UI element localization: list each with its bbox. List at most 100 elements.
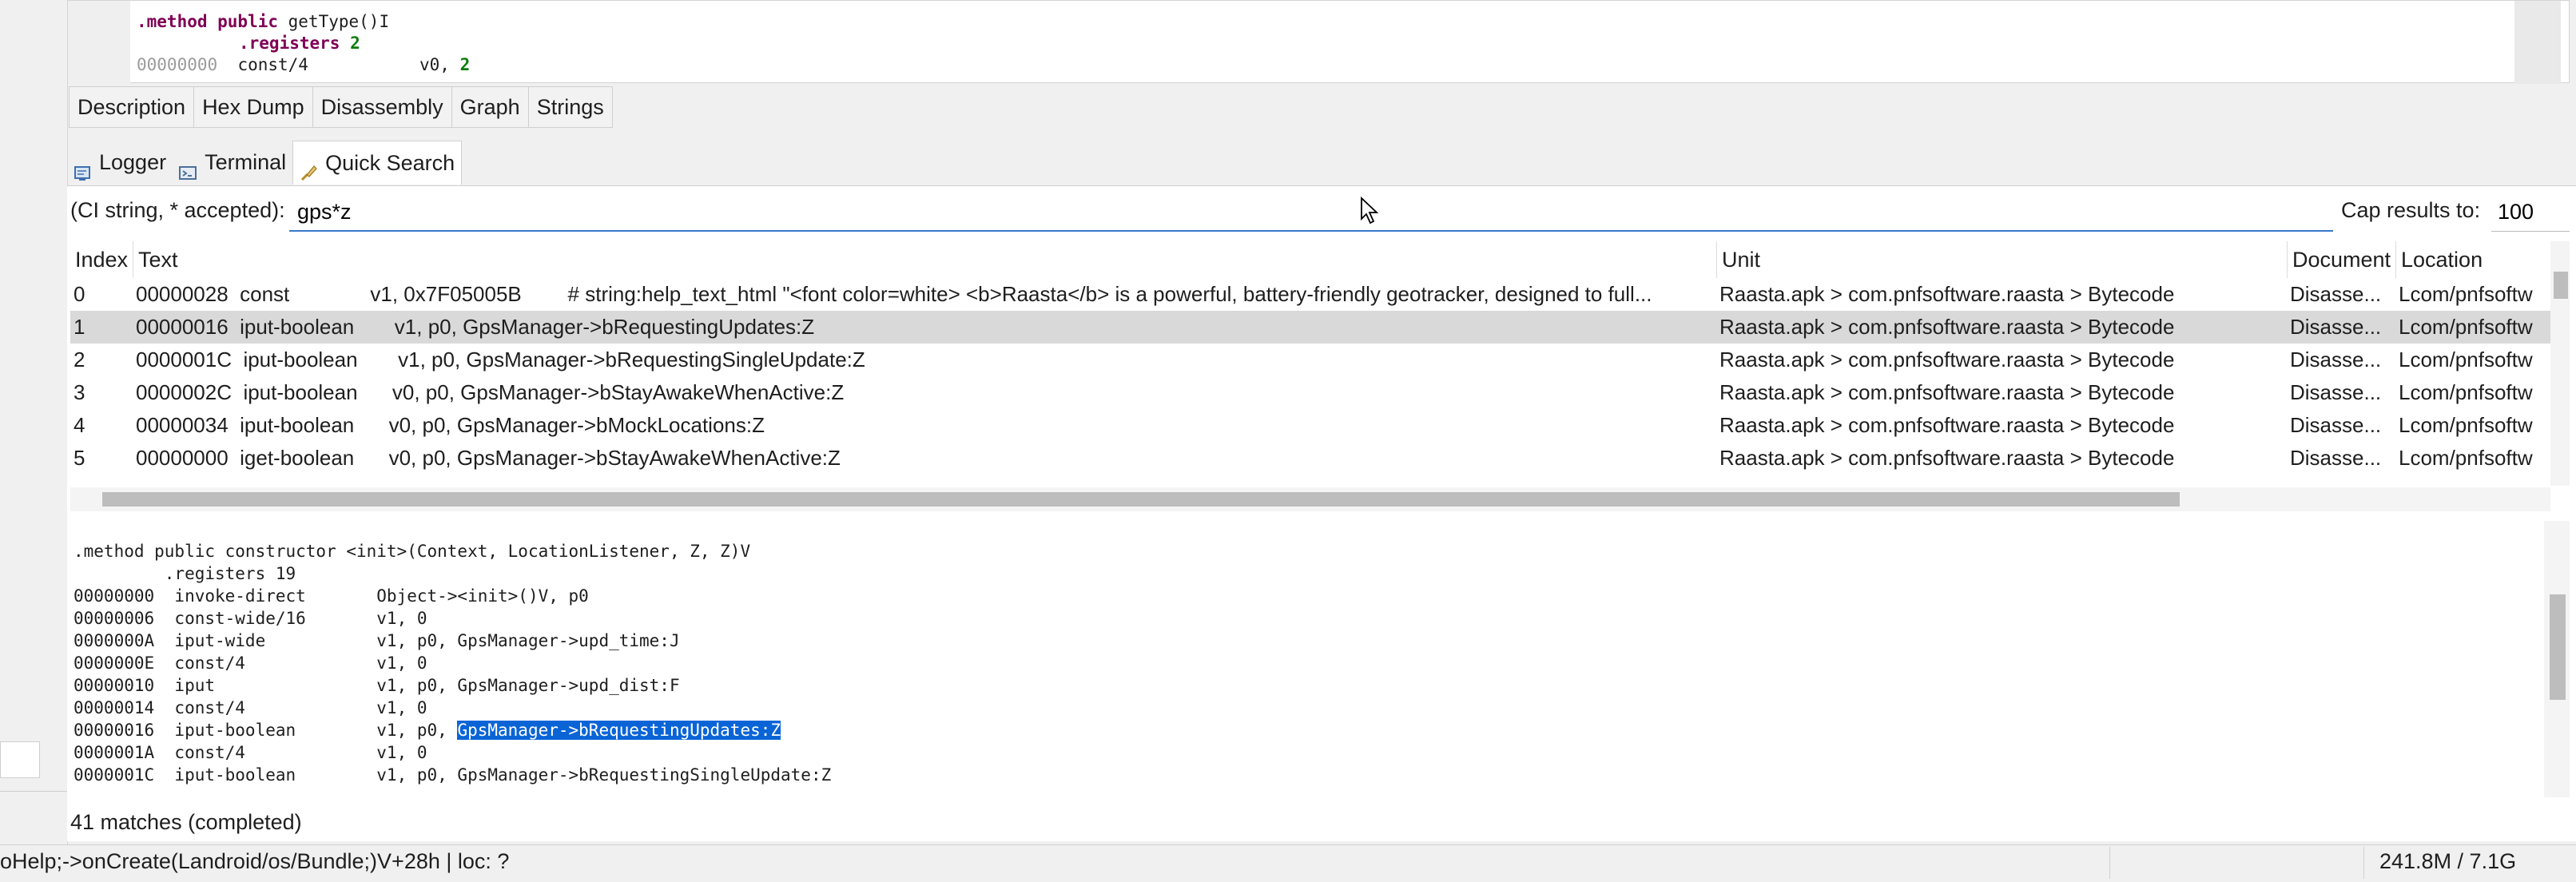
cap-results-label: Cap results to: xyxy=(2341,198,2481,222)
cell-location: Lcom/pnfsoftw xyxy=(2399,446,2533,470)
cell-unit: Raasta.apk > com.pnfsoftware.raasta > By… xyxy=(1719,446,2175,470)
scrollbar-thumb[interactable] xyxy=(102,492,2180,507)
cell-location: Lcom/pnfsoftw xyxy=(2399,348,2533,371)
cell-location: Lcom/pnfsoftw xyxy=(2399,282,2533,306)
mouse-pointer-icon xyxy=(1360,196,1381,229)
cell-text: 0000002C iput-boolean v0, p0, GpsManager… xyxy=(136,380,845,404)
cell-location: Lcom/pnfsoftw xyxy=(2399,380,2533,404)
code-line: 00000000 invoke-direct Object-><init>()V… xyxy=(74,586,589,606)
tab-disassembly[interactable]: Disassembly xyxy=(312,86,452,128)
code-line: 0000000E const/4 v1, 0 xyxy=(74,654,427,673)
scrollbar-thumb[interactable] xyxy=(2554,272,2568,299)
tab-logger-label: Logger xyxy=(99,150,167,174)
tab-quick-search[interactable]: Quick Search xyxy=(292,141,463,185)
code-keyword: .method public xyxy=(137,12,288,31)
search-highlight: GpsManager->bRequestingUpdates:Z xyxy=(457,721,781,740)
top-code-view[interactable]: .method public getType()I .registers 2 0… xyxy=(67,0,2570,84)
logger-icon xyxy=(74,153,91,181)
memory-usage[interactable]: 241.8M / 7.1G xyxy=(2379,849,2516,874)
cell-unit: Raasta.apk > com.pnfsoftware.raasta > By… xyxy=(1719,315,2175,339)
cell-document: Disasse... xyxy=(2290,446,2382,470)
console-tab-bar: Logger Terminal Quick Search xyxy=(67,141,463,185)
cell-text: 00000016 iput-boolean v1, p0, GpsManager… xyxy=(136,315,815,339)
code-line: 00000010 iput v1, p0, GpsManager->upd_di… xyxy=(74,676,680,695)
results-vertical-scrollbar[interactable] xyxy=(2550,241,2570,486)
status-location-text: oHelp;->onCreate(Landroid/os/Bundle;)V+2… xyxy=(0,849,510,873)
code-keyword: .registers xyxy=(239,34,340,53)
left-panel-divider xyxy=(0,791,67,792)
cell-unit: Raasta.apk > com.pnfsoftware.raasta > By… xyxy=(1719,282,2175,306)
tab-logger[interactable]: Logger xyxy=(67,141,173,184)
code-text: getType()I xyxy=(288,12,390,31)
column-header-unit[interactable]: Unit xyxy=(1716,241,2281,278)
code-preview-scrollbar[interactable] xyxy=(2544,521,2570,797)
table-row[interactable]: 5 00000000 iget-boolean v0, p0, GpsManag… xyxy=(70,442,2550,475)
status-divider xyxy=(2109,847,2110,879)
search-input[interactable] xyxy=(289,193,2333,232)
column-header-text[interactable]: Text xyxy=(133,241,1784,278)
cell-document: Disasse... xyxy=(2290,315,2382,339)
results-table: Index Text Unit Document Location 0 0000… xyxy=(70,241,2550,486)
cell-document: Disasse... xyxy=(2290,348,2382,371)
cell-index: 1 xyxy=(74,315,85,339)
cell-index: 2 xyxy=(74,348,85,371)
code-number: 2 xyxy=(340,34,360,53)
tab-terminal[interactable]: Terminal xyxy=(173,141,292,184)
code-number: 2 xyxy=(459,55,471,74)
cell-document: Disasse... xyxy=(2290,413,2382,437)
code-gutter xyxy=(68,1,130,84)
table-row[interactable]: 2 0000001C iput-boolean v1, p0, GpsManag… xyxy=(70,344,2550,376)
cell-document: Disasse... xyxy=(2290,282,2382,306)
table-row[interactable]: 3 0000002C iput-boolean v0, p0, GpsManag… xyxy=(70,376,2550,409)
code-line: 00000016 iput-boolean v1, p0, GpsManager… xyxy=(74,719,781,741)
cell-location: Lcom/pnfsoftw xyxy=(2399,315,2533,339)
tab-terminal-label: Terminal xyxy=(205,150,287,174)
code-line: .method public getType()I xyxy=(137,12,389,31)
terminal-icon xyxy=(179,153,197,180)
table-row[interactable]: 0 00000028 const v1, 0x7F05005B # string… xyxy=(70,278,2550,311)
column-header-location[interactable]: Location xyxy=(2395,241,2550,278)
cell-unit: Raasta.apk > com.pnfsoftware.raasta > By… xyxy=(1719,348,2175,371)
results-horizontal-scrollbar[interactable] xyxy=(70,487,2550,511)
cell-index: 5 xyxy=(74,446,85,470)
code-line: 00000014 const/4 v1, 0 xyxy=(74,698,427,717)
cell-index: 0 xyxy=(74,282,85,306)
cell-index: 4 xyxy=(74,413,85,437)
code-text: 00000016 iput-boolean v1, p0, xyxy=(74,721,458,740)
tab-graph[interactable]: Graph xyxy=(451,86,529,128)
cell-index: 3 xyxy=(74,380,85,404)
status-divider xyxy=(2363,847,2364,879)
cell-text: 00000028 const v1, 0x7F05005B # string:h… xyxy=(136,282,1652,306)
search-label: (CI string, * accepted): xyxy=(70,198,285,222)
left-panel-field[interactable] xyxy=(0,741,40,778)
tab-strings[interactable]: Strings xyxy=(528,86,613,128)
column-header-index[interactable]: Index xyxy=(70,241,133,278)
code-line: .method public constructor <init>(Contex… xyxy=(74,542,751,561)
cell-unit: Raasta.apk > com.pnfsoftware.raasta > By… xyxy=(1719,413,2175,437)
table-row-selected[interactable]: 1 00000016 iput-boolean v1, p0, GpsManag… xyxy=(70,311,2550,344)
tab-description[interactable]: Description xyxy=(69,86,195,128)
match-count-status: 41 matches (completed) xyxy=(70,810,302,834)
cell-unit: Raasta.apk > com.pnfsoftware.raasta > By… xyxy=(1719,380,2175,404)
cell-text: 00000000 iget-boolean v0, p0, GpsManager… xyxy=(136,446,841,470)
cell-document: Disasse... xyxy=(2290,380,2382,404)
left-side-panel xyxy=(0,0,68,844)
table-row[interactable]: 4 00000034 iput-boolean v0, p0, GpsManag… xyxy=(70,409,2550,442)
column-header-document[interactable]: Document xyxy=(2287,241,2399,278)
top-code-scrollbar[interactable] xyxy=(2514,1,2561,84)
view-tab-bar: Description Hex Dump Disassembly Graph S… xyxy=(69,86,613,128)
scrollbar-thumb[interactable] xyxy=(2550,594,2566,700)
cell-location: Lcom/pnfsoftw xyxy=(2399,413,2533,437)
tab-hex-dump[interactable]: Hex Dump xyxy=(194,86,313,128)
code-text: const/4 v0, xyxy=(217,55,460,74)
code-line: .registers 2 xyxy=(239,34,360,53)
code-line: 0000001C iput-boolean v1, p0, GpsManager… xyxy=(74,765,832,785)
code-preview[interactable]: .method public constructor <init>(Contex… xyxy=(70,540,2544,799)
code-line: 00000000 const/4 v0, 2 xyxy=(137,55,470,74)
tab-quick-search-label: Quick Search xyxy=(325,151,455,175)
code-line: 0000001A const/4 v1, 0 xyxy=(74,743,427,762)
cell-text: 00000034 iput-boolean v0, p0, GpsManager… xyxy=(136,413,765,437)
code-line: .registers 19 xyxy=(74,564,296,583)
code-line: 0000000A iput-wide v1, p0, GpsManager->u… xyxy=(74,631,680,650)
cap-results-input[interactable] xyxy=(2491,193,2570,232)
